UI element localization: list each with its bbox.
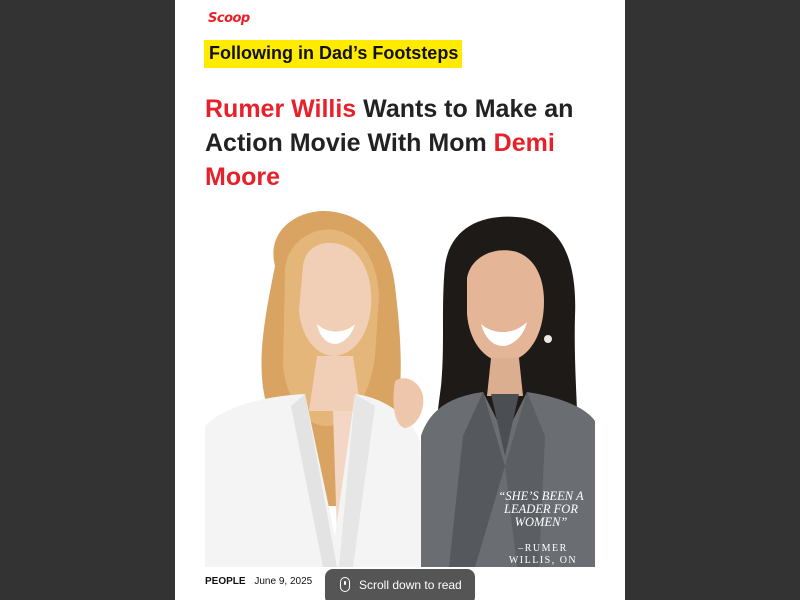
byline: PEOPLE June 9, 2025 [205, 576, 312, 587]
pull-quote-attribution: –RUMER WILLIS, ON HER MOM [508, 543, 578, 566]
pull-quote: “SHE’S BEEN A LEADER FOR WOMEN” [498, 489, 584, 529]
brand-logo[interactable]: Scoop [208, 11, 250, 26]
scroll-down-prompt[interactable]: Scroll down to read [325, 569, 475, 600]
byline-date: June 9, 2025 [254, 576, 313, 587]
headline-name-rumer: Rumer Willis [205, 95, 357, 123]
kicker-label: Following in Dad’s Footsteps [204, 40, 463, 68]
mouse-icon [340, 577, 350, 592]
headline[interactable]: Rumer Willis Wants to Make an Action Mov… [205, 92, 605, 194]
article-card: Scoop Following in Dad’s Footsteps Rumer… [175, 0, 625, 600]
byline-source: PEOPLE [205, 576, 246, 587]
scroll-prompt-label: Scroll down to read [359, 578, 462, 592]
hero-photo: “SHE’S BEEN A LEADER FOR WOMEN” –RUMER W… [205, 206, 595, 567]
